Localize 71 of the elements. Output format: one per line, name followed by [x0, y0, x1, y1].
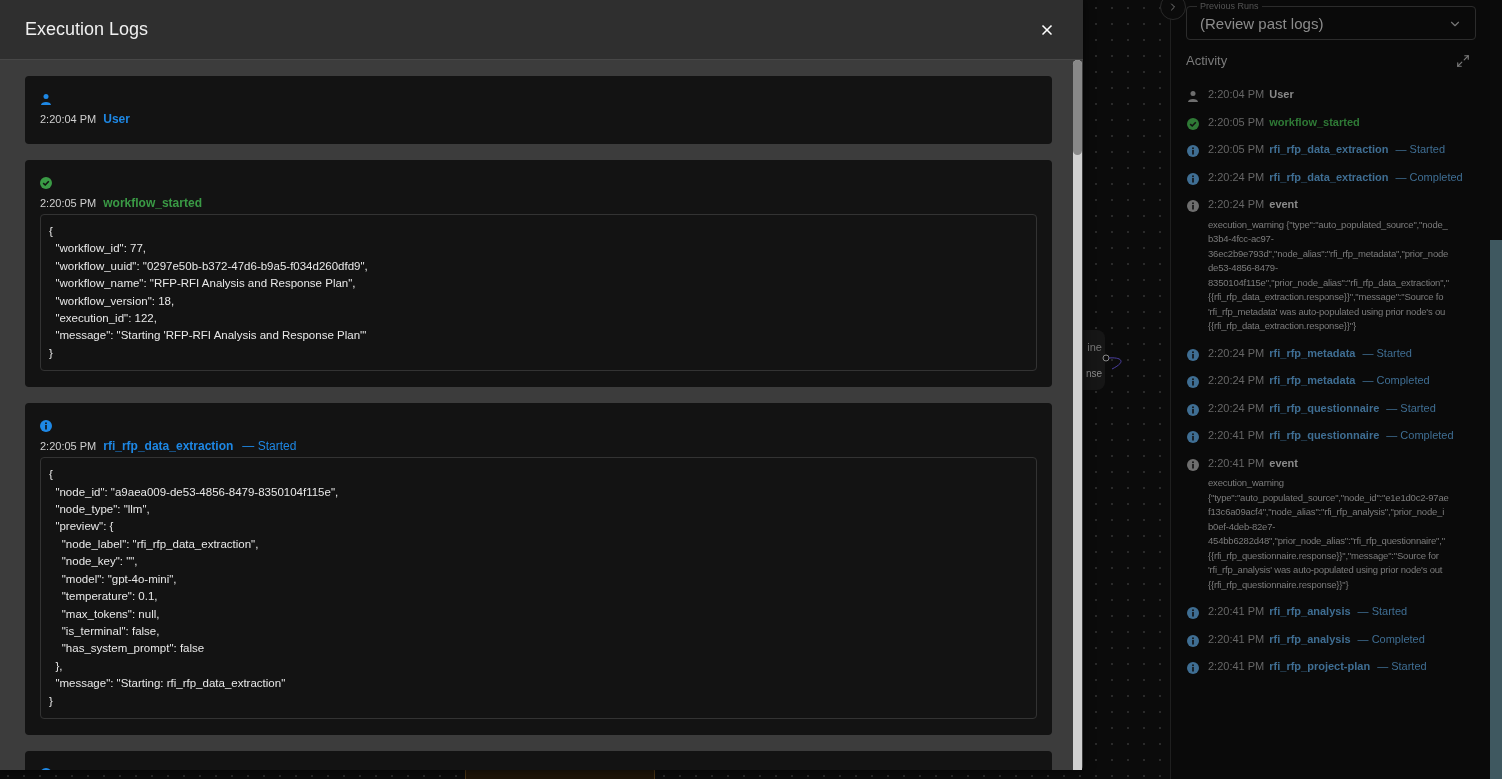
activity-name: rfi_rfp_questionnaire — [1269, 428, 1380, 443]
activity-title: Activity — [1186, 52, 1228, 71]
activity-time: 2:20:41 PM — [1208, 455, 1265, 471]
scrollbar-thumb[interactable] — [1073, 60, 1082, 155]
info-icon — [1187, 634, 1199, 647]
activity-time: 2:20:24 PM — [1208, 197, 1265, 212]
activity-name: event — [1269, 197, 1298, 212]
activity-name: rfi_rfp_data_extraction — [1269, 142, 1389, 157]
activity-status: — Started — [1357, 604, 1408, 619]
select-label: Previous Runs — [1197, 1, 1262, 11]
activity-time: 2:20:41 PM — [1208, 659, 1265, 674]
activity-status: — Started — [1362, 345, 1412, 361]
activity-status: — Completed — [1386, 428, 1454, 443]
activity-name: rfi_rfp_data_extraction — [1269, 169, 1389, 185]
activity-name: event — [1269, 455, 1298, 471]
activity-name: User — [1269, 87, 1294, 102]
activity-status: — Started — [1386, 400, 1436, 416]
log-time: 2:20:05 PM — [40, 196, 97, 211]
info-icon — [1187, 200, 1199, 212]
info-icon — [40, 420, 52, 433]
info-icon — [1187, 607, 1199, 619]
activity-status: — Completed — [1357, 631, 1425, 647]
check-circle-icon — [40, 177, 52, 189]
activity-name: workflow_started — [1269, 114, 1360, 130]
activity-time: 2:20:05 PM — [1208, 114, 1265, 130]
activity-time: 2:20:24 PM — [1208, 400, 1265, 416]
activity-time: 2:20:41 PM — [1208, 631, 1265, 647]
log-name: workflow_started — [103, 195, 202, 212]
info-icon — [1187, 431, 1199, 443]
activity-time: 2:20:24 PM — [1208, 345, 1265, 361]
activity-status: — Completed — [1362, 373, 1430, 388]
log-payload: { "node_id": "a9aea009-de53-4856-8479-8350104f115e", "node_type": "llm", "preview": { "node_label": "rfi_rfp_data_extraction", "node_key": "", "model": "gpt-4o-mini", "temperature": 0.1, "max_tokens": null, "is_terminal": false, "has_system_prompt": false }, "message": "Starting: rfi_rfp_data_extraction" } — [40, 457, 1037, 719]
log-name: rfi_rfp_data_extraction — [103, 438, 234, 456]
activity-status: — Started — [1377, 659, 1427, 674]
activity-name: rfi_rfp_analysis — [1269, 631, 1351, 647]
info-icon — [1187, 403, 1199, 416]
select-value: (Review past logs) — [1200, 13, 1324, 34]
activity-time: 2:20:41 PM — [1208, 428, 1265, 443]
activity-detail: execution_warning {"type":"auto_populated_source","node_ b3b4-4fcc-ac97- 36ec2b9e793d","node_alias":"rfi_rfp_metadata","prior_node de53-4856-8479- 8350104f115e","prior_node_alias":"rfi_rfp_data_extraction"," {{rfi_rfp_data_extraction.response}}","message":"Source fo 'rfi_rfp_metadata' was auto-populated using prior node's ou {{rfi_rfp_data_extraction.response}}"} — [1208, 217, 1449, 333]
activity-time: 2:20:24 PM — [1208, 169, 1265, 185]
info-icon — [1187, 145, 1199, 157]
activity-name: rfi_rfp_metadata — [1269, 373, 1356, 388]
activity-name: rfi_rfp_analysis — [1269, 604, 1351, 619]
activity-time: 2:20:24 PM — [1208, 373, 1265, 388]
check-circle-icon — [1187, 117, 1199, 130]
activity-detail: execution_warning {"type":"auto_populated_source","node_id":"e1e1d0c2-97ae f13c6a09acf4","node_alias":"rfi_rfp_analysis","prior_node_i b0ef-4deb-82e7- 454bb6282d48","prior_node_alias":"rfi_rfp_questionnaire"," {{rfi_rfp_questionnaire.response}}","message":"Source for 'rfi_rfp_analysis' was auto-populated using prior node's out {{rfi_rfp_questionnaire.response}}"} — [1208, 476, 1449, 592]
info-icon — [1187, 172, 1199, 185]
log-name: User — [103, 111, 130, 128]
info-icon — [1187, 662, 1199, 674]
person-icon — [40, 93, 52, 105]
activity-status: — Completed — [1395, 169, 1463, 185]
expand-icon[interactable] — [1456, 54, 1470, 68]
person-icon — [1187, 90, 1199, 102]
activity-name: rfi_rfp_project-plan — [1269, 659, 1371, 674]
log-time: 2:20:04 PM — [40, 112, 97, 127]
info-icon — [1187, 348, 1199, 361]
log-time: 2:20:05 PM — [40, 439, 97, 455]
info-icon — [1187, 458, 1199, 471]
dialog-title: Execution Logs — [25, 18, 149, 41]
activity-time: 2:20:41 PM — [1208, 604, 1265, 619]
activity-name: rfi_rfp_questionnaire — [1269, 400, 1380, 416]
node-title: ine — [1087, 340, 1102, 356]
activity-time: 2:20:05 PM — [1208, 142, 1265, 157]
activity-name: rfi_rfp_metadata — [1269, 345, 1356, 361]
collapse-toggle-button[interactable] — [1160, 0, 1186, 20]
activity-status: — Started — [1395, 142, 1445, 157]
log-payload: { "workflow_id": 77, "workflow_uuid": "0297e50b-b372-47d6-b9a5-f034d260dfd9", "workflow_name": "RFP-RFI Analysis and Response Plan", "workflow_version": 18, "execution_id": 122, "message": "Starting 'RFP-RFI Analysis and Response Plan'" } — [40, 214, 1037, 372]
log-status: — Started — [242, 438, 297, 456]
info-icon — [1187, 376, 1199, 388]
node-subtitle: nse — [1085, 366, 1102, 381]
activity-time: 2:20:04 PM — [1208, 87, 1265, 102]
